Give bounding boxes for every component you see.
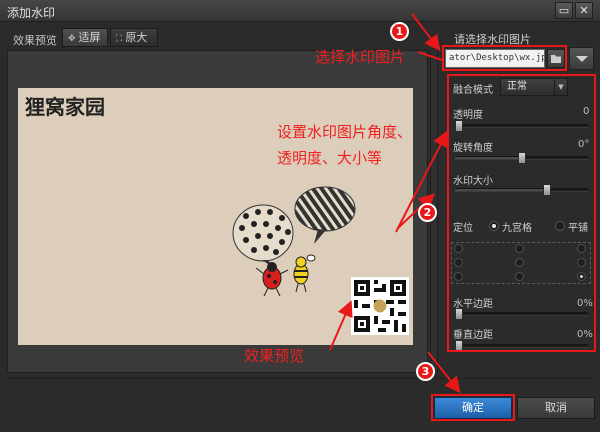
badge-step-1: 1: [390, 22, 409, 41]
badge-step-2: 2: [418, 203, 437, 222]
annotation-set-props-line2: 透明度、大小等: [277, 149, 383, 167]
annotation-preview: 效果预览: [244, 347, 305, 365]
annotation-choose-image: 选择水印图片: [315, 48, 406, 66]
badge-step-3: 3: [416, 362, 435, 381]
annotation-set-props-line1: 设置水印图片角度、: [277, 123, 413, 141]
annotation-arrows: [329, 13, 461, 394]
